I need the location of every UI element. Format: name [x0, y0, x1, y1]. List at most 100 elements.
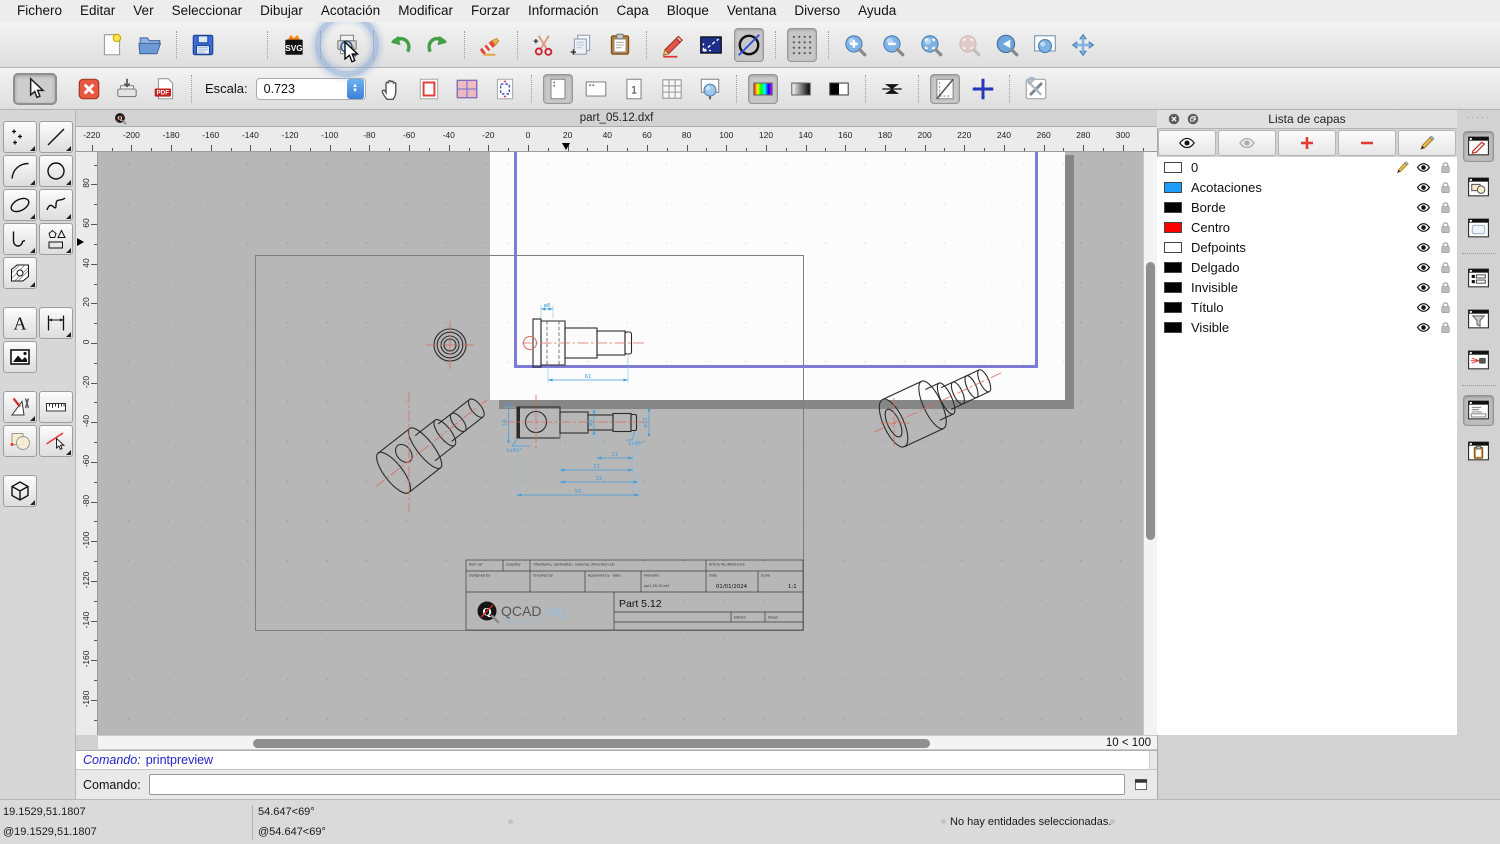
cut-button[interactable]	[529, 28, 559, 62]
layer-row[interactable]: Centro	[1157, 217, 1457, 237]
undo-button[interactable]	[385, 28, 415, 62]
svg-export-button[interactable]: SVG	[279, 28, 309, 62]
redo-button[interactable]	[423, 28, 453, 62]
color-mode-button[interactable]	[748, 74, 778, 104]
menu-dibujar[interactable]: Dibujar	[251, 0, 312, 22]
portrait-button[interactable]	[543, 74, 573, 104]
layer-name[interactable]: Acotaciones	[1191, 180, 1262, 195]
point-tool-button[interactable]	[3, 121, 37, 153]
line-tool-button[interactable]	[39, 121, 73, 153]
dimension-tool-button[interactable]	[39, 307, 73, 339]
layer-name[interactable]: Defpoints	[1191, 240, 1246, 255]
hatch-tool-button[interactable]	[3, 257, 37, 289]
remove-layer-button[interactable]	[1338, 130, 1396, 156]
horizontal-scrollbar[interactable]: 10 < 100	[98, 735, 1157, 750]
eye-icon[interactable]	[1416, 300, 1431, 315]
solid-tool-button[interactable]	[3, 475, 37, 507]
draw-tools-button[interactable]	[3, 391, 37, 423]
zoom-window-button[interactable]	[1030, 28, 1060, 62]
layer-color-swatch[interactable]	[1164, 182, 1182, 193]
single-page-button[interactable]: 1	[619, 74, 649, 104]
preferences-button[interactable]	[1021, 74, 1051, 104]
horizontal-scrollbar-thumb[interactable]	[253, 739, 930, 748]
eye-icon[interactable]	[1416, 260, 1431, 275]
layer-name[interactable]: Visible	[1191, 320, 1229, 335]
dock-layers-button[interactable]	[1463, 131, 1494, 162]
center-marks-button[interactable]	[877, 74, 907, 104]
blackwhite-mode-button[interactable]	[824, 74, 854, 104]
layer-name[interactable]: Delgado	[1191, 260, 1239, 275]
dock-clipboard-button[interactable]	[1463, 436, 1494, 467]
command-input[interactable]	[149, 774, 1125, 795]
zoom-page-button[interactable]	[695, 74, 725, 104]
construction-mode-button[interactable]	[734, 28, 764, 62]
layer-color-swatch[interactable]	[1164, 222, 1182, 233]
new-file-button[interactable]	[97, 28, 127, 62]
layer-row[interactable]: Borde	[1157, 197, 1457, 217]
open-folder-button[interactable]	[135, 28, 165, 62]
layer-row[interactable]: 0	[1157, 157, 1457, 177]
menu-diverso[interactable]: Diverso	[785, 0, 849, 22]
zoom-out-button[interactable]	[878, 28, 908, 62]
layer-color-swatch[interactable]	[1164, 202, 1182, 213]
menu-acotacion[interactable]: Acotación	[312, 0, 389, 22]
menu-modificar[interactable]: Modificar	[389, 0, 462, 22]
dock-properties-button[interactable]	[1463, 263, 1494, 294]
paste-button[interactable]	[605, 28, 635, 62]
close-preview-button[interactable]	[74, 74, 104, 104]
zoom-in-button[interactable]	[840, 28, 870, 62]
lock-icon[interactable]	[1438, 220, 1453, 235]
eye-icon[interactable]	[1416, 160, 1431, 175]
layer-name[interactable]: 0	[1191, 160, 1198, 175]
eye-icon[interactable]	[1416, 320, 1431, 335]
delete-button[interactable]	[476, 28, 506, 62]
save-as-button[interactable]	[226, 28, 256, 62]
text-tool-button[interactable]: A	[3, 307, 37, 339]
grid-toggle-button[interactable]	[787, 28, 817, 62]
measure-tool-button[interactable]	[39, 391, 73, 423]
layer-name[interactable]: Borde	[1191, 200, 1226, 215]
layer-row[interactable]: Delgado	[1157, 257, 1457, 277]
dock-filter-button[interactable]	[1463, 304, 1494, 335]
menu-fichero[interactable]: Fichero	[8, 0, 71, 22]
menu-seleccionar[interactable]: Seleccionar	[163, 0, 252, 22]
menu-informacion[interactable]: Información	[519, 0, 608, 22]
menu-ayuda[interactable]: Ayuda	[849, 0, 905, 22]
drag-mode-button[interactable]	[696, 28, 726, 62]
modify-tool-button[interactable]	[3, 425, 37, 457]
draw-settings-button[interactable]	[658, 28, 688, 62]
shape-tool-button[interactable]	[39, 223, 73, 255]
toggle-paper-button[interactable]	[930, 74, 960, 104]
layer-name[interactable]: Centro	[1191, 220, 1230, 235]
spline-tool-button[interactable]	[39, 189, 73, 221]
copy-button[interactable]	[567, 28, 597, 62]
layer-color-swatch[interactable]	[1164, 262, 1182, 273]
print-preview-button[interactable]	[332, 28, 362, 62]
layer-row[interactable]: Invisible	[1157, 277, 1457, 297]
menu-bloque[interactable]: Bloque	[658, 0, 718, 22]
menu-editar[interactable]: Editar	[71, 0, 124, 22]
dock-measure-button[interactable]	[1463, 345, 1494, 376]
eye-icon[interactable]	[1416, 220, 1431, 235]
arc-tool-button[interactable]	[3, 155, 37, 187]
layer-row[interactable]: Acotaciones	[1157, 177, 1457, 197]
vertical-scrollbar[interactable]	[1143, 152, 1157, 735]
pan-button[interactable]	[1068, 28, 1098, 62]
polyline-tool-button[interactable]	[3, 223, 37, 255]
fit-page-button[interactable]	[490, 74, 520, 104]
pdf-export-button[interactable]: PDF	[150, 74, 180, 104]
lock-icon[interactable]	[1438, 240, 1453, 255]
layer-row[interactable]: Visible	[1157, 317, 1457, 337]
circle-tool-button[interactable]	[39, 155, 73, 187]
scale-combobox[interactable]: 0.723 ▲▼	[256, 78, 366, 100]
crosshair-button[interactable]	[968, 74, 998, 104]
lock-icon[interactable]	[1438, 260, 1453, 275]
vertical-scrollbar-thumb[interactable]	[1146, 262, 1155, 540]
lock-icon[interactable]	[1438, 320, 1453, 335]
lock-icon[interactable]	[1438, 300, 1453, 315]
canvas[interactable]: .pl{stroke:#2b2b2b;stroke-width:1.1;fill…	[98, 152, 1143, 735]
eye-icon[interactable]	[1416, 180, 1431, 195]
menu-ventana[interactable]: Ventana	[718, 0, 786, 22]
view-previous-button[interactable]	[992, 28, 1022, 62]
ellipse-tool-button[interactable]	[3, 189, 37, 221]
